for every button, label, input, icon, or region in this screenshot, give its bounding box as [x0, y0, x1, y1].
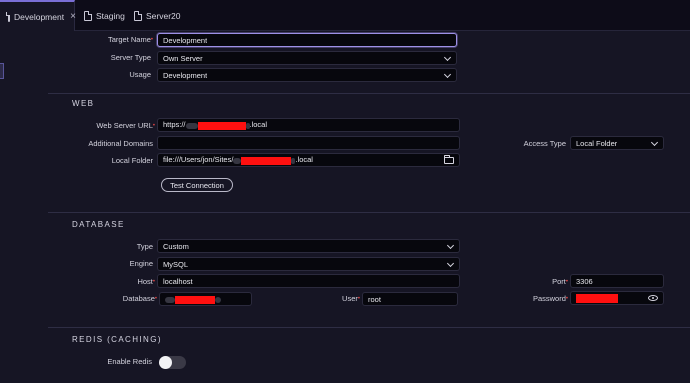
- db-engine-label: Engine: [129, 259, 153, 268]
- file-icon: [6, 11, 10, 22]
- db-user-label: User•: [342, 294, 360, 303]
- access-type-select[interactable]: Local Folder: [570, 136, 664, 150]
- redacted-text: [185, 122, 198, 129]
- additional-domains-label: Additional Domains: [88, 139, 153, 148]
- chevron-down-icon: [446, 241, 455, 250]
- redacted-text: [241, 156, 292, 165]
- redacted-text: [245, 122, 250, 129]
- redacted-text: [576, 293, 618, 303]
- db-type-select[interactable]: Custom: [157, 239, 460, 253]
- divider: [48, 93, 690, 94]
- db-password-label: Password•: [532, 294, 568, 303]
- access-type-label: Access Type: [523, 139, 566, 148]
- chevron-down-icon: [443, 70, 452, 79]
- redacted-text: [197, 121, 246, 130]
- file-icon: [84, 10, 92, 21]
- redacted-text: [175, 295, 215, 304]
- redacted-text: [291, 157, 296, 164]
- tab-staging[interactable]: Staging: [76, 0, 133, 31]
- tab-label: Staging: [96, 10, 125, 21]
- folder-open-icon[interactable]: [444, 155, 454, 164]
- web-server-url-label: Web Server URL•: [96, 121, 155, 130]
- db-host-label: Host•: [137, 277, 155, 286]
- local-folder-label: Local Folder: [111, 156, 153, 165]
- db-user-input[interactable]: root: [362, 292, 458, 306]
- file-icon: [134, 10, 142, 21]
- redacted-text: [165, 296, 175, 303]
- db-port-label: Port•: [552, 277, 568, 286]
- redacted-text: [233, 157, 242, 164]
- local-folder-input[interactable]: file:///Users/jon/Sites/.local: [157, 153, 460, 167]
- test-connection-button[interactable]: Test Connection: [161, 178, 233, 192]
- tab-label: Development: [14, 11, 65, 22]
- server-type-label: Server Type: [110, 53, 151, 62]
- additional-domains-input[interactable]: [157, 136, 460, 150]
- target-name-input[interactable]: Development: [157, 33, 457, 47]
- redis-section-title: REDIS (CACHING): [72, 335, 162, 344]
- tab-server20[interactable]: Server20: [126, 0, 189, 31]
- db-port-input[interactable]: 3306: [570, 274, 664, 288]
- target-name-label: Target Name•: [107, 35, 153, 44]
- server-type-select[interactable]: Own Server: [157, 51, 457, 65]
- divider: [48, 327, 690, 328]
- toggle-knob: [159, 356, 172, 369]
- database-section-title: DATABASE: [72, 220, 125, 229]
- web-server-url-input[interactable]: https://.local: [157, 118, 460, 132]
- tab-label: Server20: [146, 10, 181, 21]
- eye-icon[interactable]: [648, 295, 658, 301]
- usage-label: Usage: [129, 70, 151, 79]
- sidebar-handle[interactable]: [0, 63, 4, 79]
- enable-redis-toggle[interactable]: [159, 356, 186, 369]
- db-host-input[interactable]: localhost: [157, 274, 460, 288]
- enable-redis-label: Enable Redis: [107, 357, 152, 366]
- redacted-text: [215, 296, 221, 303]
- chevron-down-icon: [446, 259, 455, 268]
- db-database-input[interactable]: [159, 292, 252, 306]
- tab-bar: Development × Staging Server20: [0, 0, 690, 31]
- db-engine-select[interactable]: MySQL: [157, 257, 460, 271]
- db-password-input[interactable]: [570, 291, 664, 305]
- chevron-down-icon: [650, 138, 659, 147]
- db-database-label: Database•: [122, 294, 157, 303]
- divider: [48, 212, 690, 213]
- usage-select[interactable]: Development: [157, 68, 457, 82]
- web-section-title: WEB: [72, 99, 95, 108]
- tab-development[interactable]: Development ×: [0, 0, 76, 31]
- db-type-label: Type: [136, 242, 153, 251]
- chevron-down-icon: [443, 53, 452, 62]
